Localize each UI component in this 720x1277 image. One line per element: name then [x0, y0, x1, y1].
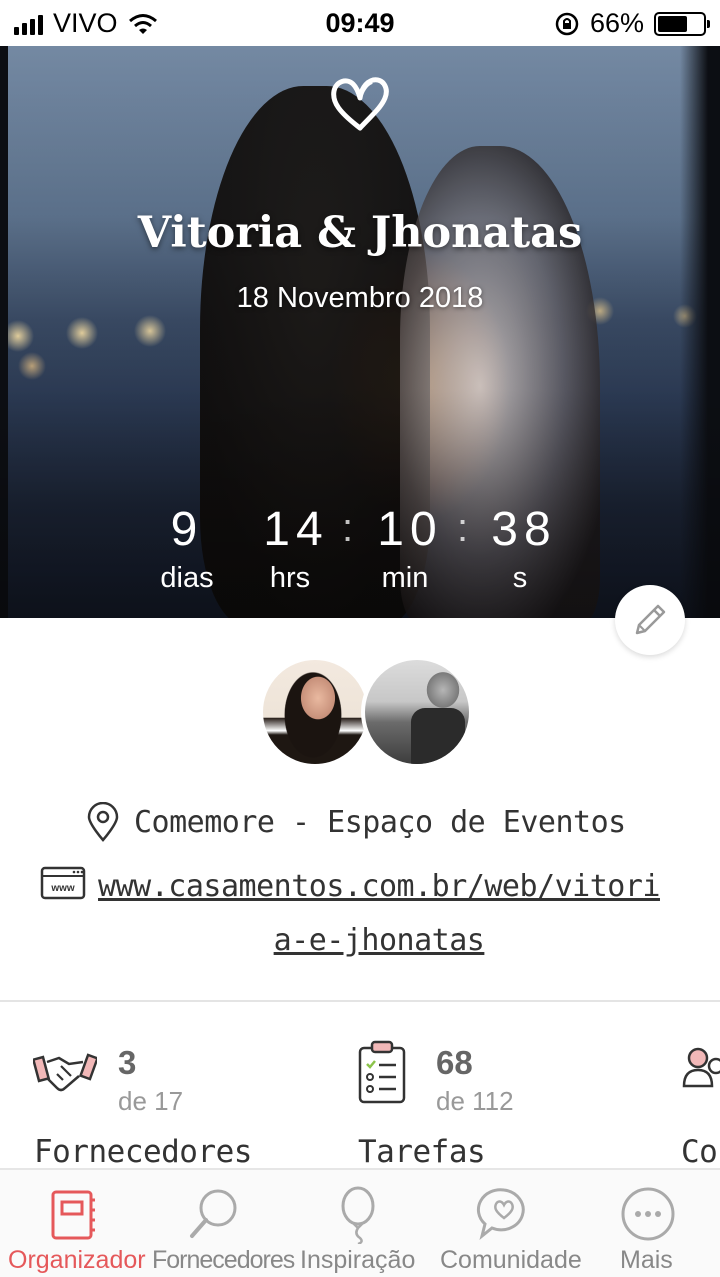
- heart-icon: [331, 77, 389, 131]
- stat-count: 3: [118, 1044, 137, 1081]
- website-row: www www.casamentos.com.br/web/vitoria-e-…: [40, 860, 680, 968]
- divider: [0, 1000, 720, 1002]
- www-icon: www: [40, 866, 86, 900]
- nav-label: Mais: [620, 1246, 673, 1274]
- nav-item-mais[interactable]: Mais: [576, 1170, 720, 1277]
- countdown-minutes-label: min: [381, 562, 429, 594]
- chat-heart-icon: [476, 1188, 525, 1240]
- countdown-hours: 14: [263, 503, 329, 556]
- nav-item-fornecedores[interactable]: Fornecedores: [144, 1170, 295, 1277]
- countdown-days-label: dias: [160, 562, 214, 594]
- countdown-hours-label: hrs: [269, 562, 311, 594]
- pencil-icon: [635, 604, 666, 635]
- guests-icon: [682, 1047, 720, 1088]
- svg-text:www: www: [50, 883, 75, 894]
- handshake-icon: [33, 1053, 97, 1092]
- venue-row[interactable]: Comemore - Espaço de Eventos: [86, 800, 626, 844]
- nav-label: Fornecedores: [152, 1246, 295, 1274]
- stat-label: Fornecedores: [34, 1134, 252, 1170]
- nav-item-inspiracao[interactable]: Inspiração: [288, 1170, 432, 1277]
- battery-percent: 66%: [589, 8, 644, 38]
- hero-banner: Vitoria & Jhonatas 18 Novembro 2018 9 14…: [0, 46, 720, 618]
- balloon-icon: [341, 1186, 375, 1244]
- wedding-date: 18 Novembro 2018: [236, 282, 484, 314]
- stat-count: 68: [436, 1044, 473, 1081]
- edit-button[interactable]: [615, 585, 685, 655]
- nav-label: Inspiração: [300, 1246, 416, 1274]
- notebook-icon: [51, 1190, 95, 1240]
- battery-icon: [654, 11, 710, 36]
- stat-total: de 17: [118, 1086, 184, 1116]
- countdown-minutes: 10: [377, 503, 443, 556]
- avatar-groom[interactable]: [361, 656, 473, 768]
- stat-label: Co: [681, 1134, 718, 1170]
- status-right: 66%: [554, 8, 710, 39]
- clipboard-checklist-icon: [358, 1040, 406, 1104]
- nav-label: Comunidade: [440, 1246, 582, 1274]
- rotation-lock-icon: [555, 12, 579, 35]
- couple-name: Vitoria & Jhonatas: [137, 208, 583, 258]
- countdown-seconds-label: s: [512, 562, 528, 594]
- avatar-bride[interactable]: [259, 656, 371, 768]
- countdown-separator: :: [457, 506, 469, 550]
- nav-label: Organizador: [8, 1246, 146, 1274]
- stat-total: de 112: [436, 1086, 514, 1116]
- website-link[interactable]: www.casamentos.com.br/web/vitoria-e-jhon…: [94, 860, 664, 968]
- magnifier-icon: [190, 1189, 237, 1238]
- status-bar: VIVO 09:49 66%: [0, 0, 720, 46]
- more-icon: [621, 1187, 675, 1241]
- nav-item-organizador[interactable]: Organizador: [0, 1170, 146, 1277]
- stat-label: Tarefas: [358, 1134, 486, 1170]
- countdown-seconds: 38: [491, 503, 557, 556]
- location-pin-icon: [87, 802, 119, 842]
- battery-fill: [658, 15, 688, 32]
- venue-name: Comemore - Espaço de Eventos: [134, 804, 626, 840]
- countdown-days: 9: [170, 503, 204, 556]
- bottom-nav: Organizador Fornecedores Inspiração Comu…: [0, 1168, 720, 1277]
- countdown-separator: :: [342, 506, 354, 550]
- nav-item-comunidade[interactable]: Comunidade: [432, 1170, 582, 1277]
